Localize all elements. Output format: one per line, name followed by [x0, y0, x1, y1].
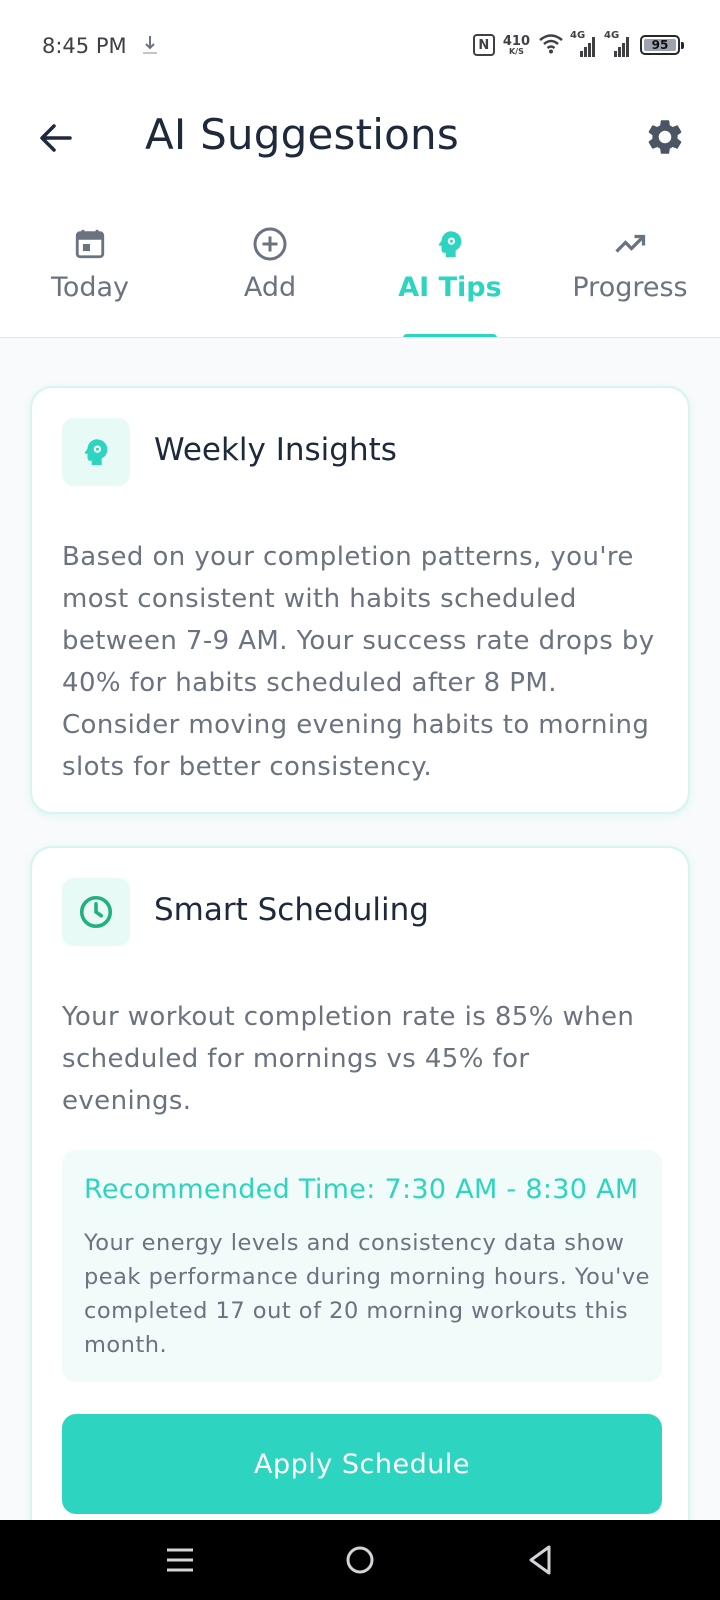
calendar-icon [70, 224, 110, 264]
card-title: Smart Scheduling [154, 892, 429, 928]
tab-today[interactable]: Today [0, 224, 180, 334]
tab-add[interactable]: Add [180, 224, 360, 334]
plus-circle-icon [250, 224, 290, 264]
settings-button[interactable] [640, 112, 690, 162]
tab-label: AI Tips [398, 272, 502, 303]
card-body-text: Based on your completion patterns, you'r… [62, 542, 655, 782]
trending-up-icon [610, 224, 650, 264]
tab-label: Add [243, 272, 297, 303]
arrow-left-icon [40, 124, 72, 152]
tab-progress[interactable]: Progress [540, 224, 720, 334]
back-button[interactable] [30, 112, 82, 164]
recommendation-box: Recommended Time: 7:30 AM - 8:30 AM Your… [62, 1150, 662, 1382]
smart-scheduling-card: Smart Scheduling Your workout completion… [30, 846, 690, 1546]
nfc-icon: N [472, 34, 495, 56]
recommended-time: Recommended Time: 7:30 AM - 8:30 AM [84, 1174, 639, 1205]
battery-icon: 95 [640, 35, 684, 55]
app-header: AI Suggestions [0, 92, 720, 202]
status-icons: N 410 K/S 4G 4G 95 [472, 30, 684, 60]
page-title: AI Suggestions [145, 110, 459, 159]
status-time: 8:45 PM [42, 34, 127, 58]
brain-head-icon [430, 224, 470, 264]
tab-label: Today [50, 272, 130, 303]
tab-ai-tips[interactable]: AI Tips [360, 224, 540, 334]
card-title: Weekly Insights [154, 432, 397, 468]
tab-bar: Today Add AI Tips Progress [0, 202, 720, 338]
menu-icon [167, 1548, 193, 1572]
recommendation-text: Your energy levels and consistency data … [84, 1230, 651, 1358]
signal-icon-1: 4G [570, 30, 598, 57]
download-icon [140, 32, 160, 58]
clock-icon [62, 878, 130, 946]
network-speed: 410 K/S [502, 33, 530, 56]
signal-icon-2: 4G [604, 30, 632, 57]
tab-label: Progress [572, 272, 688, 303]
system-nav-bar [0, 1520, 720, 1600]
card-body-text: Your workout completion rate is 85% when… [62, 1002, 635, 1116]
recent-apps-button[interactable] [158, 1538, 202, 1582]
weekly-insights-card: Weekly Insights Based on your completion… [30, 386, 690, 814]
brain-head-icon [62, 418, 130, 486]
wifi-icon [538, 32, 564, 58]
back-nav-button[interactable] [518, 1538, 562, 1582]
gear-icon [648, 120, 682, 154]
active-tab-indicator [403, 334, 497, 337]
home-button[interactable] [338, 1538, 382, 1582]
triangle-back-icon [529, 1545, 551, 1575]
status-bar: 8:45 PM N 410 K/S 4G 4G 95 [0, 0, 720, 92]
apply-schedule-button[interactable]: Apply Schedule [62, 1414, 662, 1514]
home-circle-icon [346, 1546, 374, 1574]
